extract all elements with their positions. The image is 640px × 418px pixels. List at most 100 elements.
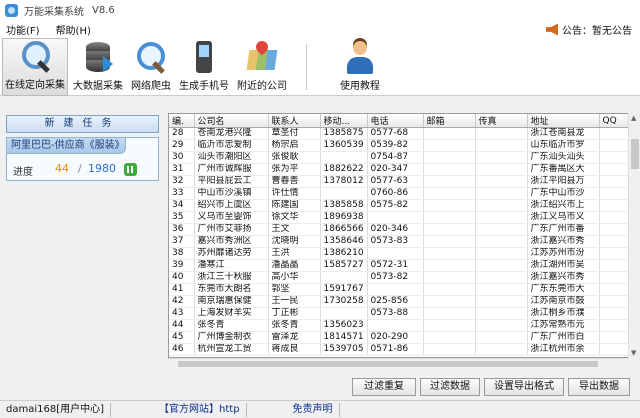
table-row[interactable]: 29 临沂市忠爱制 杨宗启 1360539 0539-82 山东临沂市罗 xyxy=(169,139,639,152)
table-row[interactable]: 32 平阳县屁云工 曹春善 1378012 0577-63 浙江平阳县万 xyxy=(169,175,639,188)
table-cell: 江苏常熟市元 xyxy=(527,319,600,332)
table-cell xyxy=(475,271,528,284)
table-cell xyxy=(423,319,476,332)
table-row[interactable]: 40 浙江三十秋服 高小华 0573-82 浙江嘉兴市秀 xyxy=(169,271,639,284)
table-row[interactable]: 44 张冬青 张冬青 1356023 江苏常熟市元 xyxy=(169,319,639,332)
table-cell: 35 xyxy=(169,211,195,224)
table-cell: 0754-87 xyxy=(367,151,424,164)
table-cell: 许仕情 xyxy=(268,187,321,200)
table-cell: 浙江三十秋服 xyxy=(194,271,269,284)
table-cell: 张冬青 xyxy=(194,319,269,332)
table-row[interactable]: 46 杭州宣龙工贸 蒋成良 1539705 0571-86 浙江杭州市余 xyxy=(169,343,639,356)
filter-data-button[interactable]: 过滤数据 xyxy=(420,378,480,396)
user-icon xyxy=(343,40,377,74)
table-cell: 绍兴市上虞区 xyxy=(194,199,269,212)
menu-help[interactable]: 帮助(H) xyxy=(56,22,91,37)
table-cell: 33 xyxy=(169,187,195,200)
table-cell: 高小华 xyxy=(268,271,321,284)
table-cell: 1360539 xyxy=(320,139,368,152)
table-cell: 0573-83 xyxy=(367,235,424,248)
filter-duplicates-button[interactable]: 过滤重复 xyxy=(352,378,416,396)
column-header[interactable]: 公司名 xyxy=(194,114,269,128)
toolbar-nearby-companies-button[interactable]: 附近的公司 xyxy=(234,38,290,96)
table-cell: 张为平 xyxy=(268,163,321,176)
table-cell xyxy=(320,187,368,200)
table-cell xyxy=(367,319,424,332)
horizontal-scrollbar[interactable] xyxy=(168,358,628,368)
table-row[interactable]: 39 潘寒江 潘晶晶 1585727 0572-31 浙江湖州市吴 xyxy=(169,259,639,272)
column-header[interactable]: 联系人 xyxy=(268,114,321,128)
table-row[interactable]: 37 嘉兴市秀洲区 沈晓明 1358646 0573-83 浙江嘉兴市秀 xyxy=(169,235,639,248)
scrollbar-thumb[interactable] xyxy=(631,139,639,169)
table-cell: 郭坚 xyxy=(268,283,321,296)
table-cell xyxy=(423,271,476,284)
table-row[interactable]: 45 广州博金制衣 雷泽龙 1814571 020-290 广东广州市白 xyxy=(169,331,639,344)
table-cell: 浙江桐乡市濮 xyxy=(527,307,600,320)
table-row[interactable]: 42 南京瑞惠保健 王一民 1730258 025-856 江苏南京市鼓 xyxy=(169,295,639,308)
table-cell: 020-290 xyxy=(367,331,424,344)
table-cell: 苍南龙港兴隆 xyxy=(194,127,269,140)
table-row[interactable]: 30 汕头市潮阳区 张俊耿 0754-87 广东汕头汕头 xyxy=(169,151,639,164)
app-window: 万能采集系统 V8.6 功能(F) 帮助(H) 公告：暂无公告 在线定向采集 大… xyxy=(0,0,640,418)
export-data-button[interactable]: 导出数据 xyxy=(568,378,630,396)
task-panel: 新建任务 阿里巴巴-供应商《服装》 进度 44 / 1980 xyxy=(0,97,166,379)
table-row[interactable]: 28 苍南龙港兴隆 章圣付 1385875 0577-68 浙江苍南县龙 xyxy=(169,127,639,140)
export-format-button[interactable]: 设置导出格式 xyxy=(484,378,564,396)
scrollbar-thumb[interactable] xyxy=(178,361,598,367)
scroll-down-icon[interactable]: ▼ xyxy=(631,349,636,357)
table-cell: 潘寒江 xyxy=(194,259,269,272)
table-row[interactable]: 33 中山市沙溪镇 许仕情 0760-86 广东中山市沙 xyxy=(169,187,639,200)
table-cell xyxy=(475,211,528,224)
pause-icon[interactable] xyxy=(124,163,137,176)
toolbar-crawler-button[interactable]: 网络爬虫 xyxy=(128,38,174,96)
table-row[interactable]: 38 苏州靡诸达劳 王洪 1386210 江苏苏州市汾 xyxy=(169,247,639,260)
new-task-button[interactable]: 新建任务 xyxy=(6,115,159,133)
table-row[interactable]: 41 东莞市大朗名 郭坚 1591767 广东东莞市大 xyxy=(169,283,639,296)
search-icon xyxy=(18,39,52,73)
column-header[interactable]: 移动... xyxy=(320,114,368,128)
table-cell: 42 xyxy=(169,295,195,308)
table-cell: 杭州宣龙工贸 xyxy=(194,343,269,356)
table-cell: 39 xyxy=(169,259,195,272)
table-cell: 江苏苏州市汾 xyxy=(527,247,600,260)
column-header[interactable]: 邮箱 xyxy=(423,114,476,128)
toolbar-online-collect-button[interactable]: 在线定向采集 xyxy=(2,38,68,96)
table-cell xyxy=(423,295,476,308)
vertical-scrollbar[interactable]: ▲ ▼ xyxy=(628,113,640,358)
column-header[interactable]: 编. xyxy=(169,114,195,128)
toolbar-label: 使用教程 xyxy=(340,81,380,92)
table-cell xyxy=(423,139,476,152)
table-row[interactable]: 34 绍兴市上虞区 陈建国 1385858 0575-82 浙江绍兴市上 xyxy=(169,199,639,212)
column-header[interactable]: 传真 xyxy=(475,114,528,128)
table-cell xyxy=(475,307,528,320)
table-cell xyxy=(475,151,528,164)
table-cell: 浙江嘉兴市秀 xyxy=(527,271,600,284)
table-row[interactable]: 36 广州市艾菲扬 王文 1866566 020-346 广东广州市番 xyxy=(169,223,639,236)
table-cell xyxy=(475,187,528,200)
status-official-site[interactable]: 【官方网站】http xyxy=(153,402,247,417)
column-header[interactable]: 电话 xyxy=(367,114,424,128)
results-table[interactable]: 编. 公司名 联系人 移动... 电话 邮箱 传真 地址 QQ 28 苍南龙港兴隆 章圣付 13858… xyxy=(168,113,640,358)
task-card[interactable]: 阿里巴巴-供应商《服装》 进度 44 / 1980 xyxy=(6,137,159,181)
table-row[interactable]: 43 上海发财羊实 丁正彬 0573-88 浙江桐乡市濮 xyxy=(169,307,639,320)
status-user[interactable]: damai168[用户中心] xyxy=(0,402,112,417)
menu-function[interactable]: 功能(F) xyxy=(6,22,40,37)
window-title: 万能采集系统 xyxy=(24,6,84,18)
toolbar-tutorial-button[interactable]: 使用教程 xyxy=(335,38,385,96)
table-cell: 31 xyxy=(169,163,195,176)
table-cell xyxy=(475,175,528,188)
column-header[interactable]: 地址 xyxy=(527,114,600,128)
table-cell: 1730258 xyxy=(320,295,368,308)
progress-current: 44 xyxy=(55,162,69,175)
toolbar-phone-generator-button[interactable]: 生成手机号 xyxy=(176,38,232,96)
table-cell: 王洪 xyxy=(268,247,321,260)
toolbar-bigdata-button[interactable]: 大数据采集 xyxy=(70,38,126,96)
table-row[interactable]: 35 义乌市至婴饰 徐文华 1896938 浙江义乌市义 xyxy=(169,211,639,224)
table-row[interactable]: 31 广州市诚辉服 张为平 1882622 020-347 广东番禺区大 xyxy=(169,163,639,176)
status-disclaimer[interactable]: 免责声明 xyxy=(287,402,340,417)
table-cell: 丁正彬 xyxy=(268,307,321,320)
table-cell: 1378012 xyxy=(320,175,368,188)
table-cell: 平阳县屁云工 xyxy=(194,175,269,188)
table-cell: 义乌市至婴饰 xyxy=(194,211,269,224)
scroll-up-icon[interactable]: ▲ xyxy=(631,114,636,122)
